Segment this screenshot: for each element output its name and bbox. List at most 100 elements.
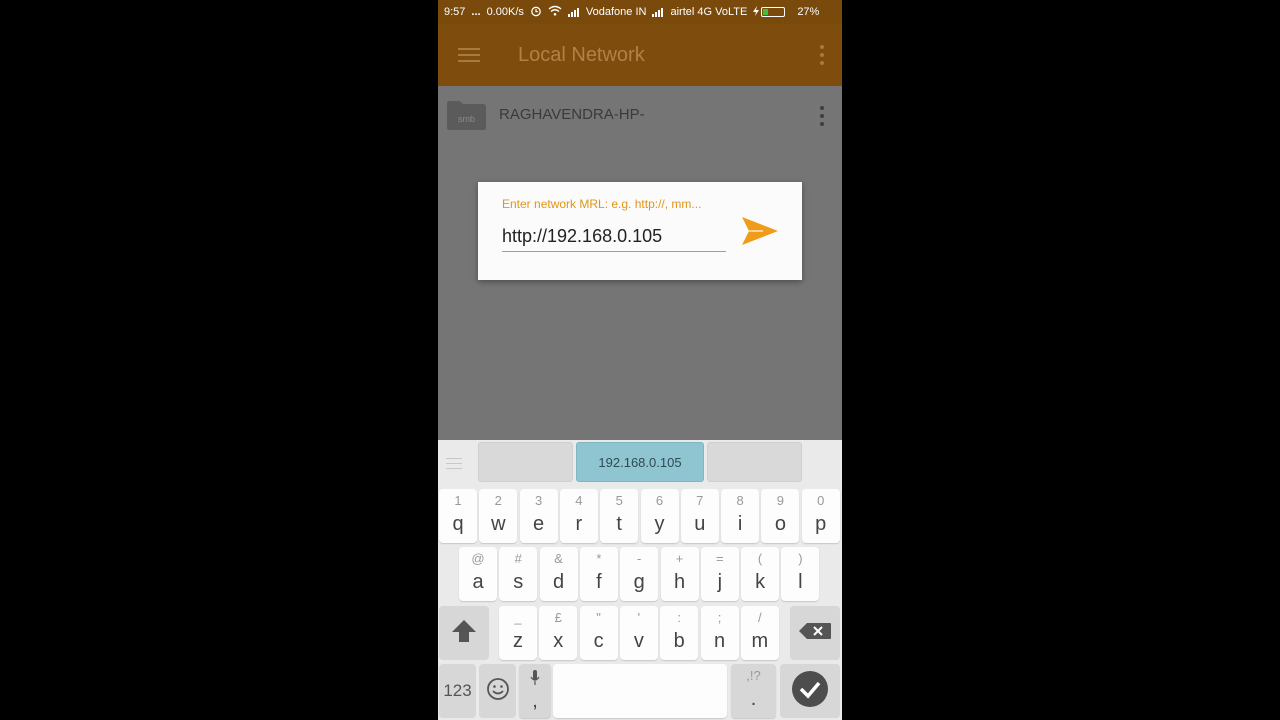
key-alt-label: : — [677, 610, 681, 625]
battery-percent: 27% — [797, 6, 820, 18]
done-key[interactable] — [780, 664, 840, 718]
key-alt-label: 3 — [534, 493, 543, 508]
key-label: f — [596, 571, 602, 593]
key-label: u — [694, 513, 706, 535]
key-s[interactable]: # s — [499, 547, 538, 601]
key-label: p — [815, 513, 827, 535]
key-x[interactable]: £ x — [539, 606, 578, 660]
key-alt-label: 1 — [454, 493, 462, 508]
key-label: z — [513, 630, 523, 652]
suggestion-chip[interactable]: 192.168.0.105 — [576, 442, 704, 482]
emoji-icon — [486, 677, 510, 706]
emoji-key[interactable] — [479, 664, 516, 718]
key-label: m — [751, 630, 769, 652]
key-label: b — [673, 630, 685, 652]
key-alt-label: + — [675, 551, 684, 566]
key-label: i — [737, 513, 743, 535]
key-alt-label: ) — [798, 551, 803, 566]
key-label: k — [755, 571, 766, 593]
mic-icon — [530, 670, 540, 691]
key-j[interactable]: = j — [700, 547, 739, 601]
key-n[interactable]: ; n — [700, 606, 739, 660]
comma-mic-key[interactable]: , — [519, 664, 551, 718]
key-alt-label: 6 — [655, 493, 664, 508]
key-r[interactable]: 4r — [559, 489, 598, 543]
status-bar: 9:57 ... 0.00K/s Vodafone IN airtel 4G V… — [438, 0, 842, 24]
key-b[interactable]: :b — [660, 606, 699, 660]
key-d[interactable]: & d — [539, 547, 578, 601]
key-alt-label: = — [716, 551, 724, 566]
key-g[interactable]: -g — [620, 547, 659, 601]
key-alt-label: 5 — [615, 493, 623, 508]
mrl-hint: Enter network MRL: e.g. http://, mm... — [502, 197, 702, 211]
key-label: l — [798, 571, 803, 593]
network-speed: 0.00K/s — [486, 6, 524, 18]
key-l[interactable]: ) l — [781, 547, 820, 601]
key-y[interactable]: 6y — [640, 489, 679, 543]
alarm-icon — [530, 5, 542, 20]
key-alt-label: _ — [514, 610, 522, 625]
key-h[interactable]: + h — [660, 547, 699, 601]
suggestion-chip[interactable] — [707, 442, 802, 482]
key-q[interactable]: 1q — [439, 489, 477, 543]
key-alt-label: 2 — [494, 493, 502, 508]
key-z[interactable]: _ z — [499, 606, 537, 660]
key-e[interactable]: 3e — [519, 489, 558, 543]
key-k[interactable]: (k — [741, 547, 780, 601]
signal-icon-sim1 — [567, 7, 580, 17]
wifi-icon — [548, 5, 562, 19]
suggestion-menu-icon[interactable] — [446, 454, 462, 473]
backspace-icon — [798, 622, 832, 645]
key-alt-label: 8 — [736, 493, 744, 508]
key-alt-label: 7 — [696, 493, 704, 508]
key-label: r — [575, 513, 583, 535]
key-label: y — [654, 513, 665, 535]
key-label: q — [452, 513, 464, 535]
key-label: w — [491, 513, 506, 535]
key-alt-label: @ — [471, 551, 485, 566]
period-key[interactable]: ,!? . — [731, 664, 776, 718]
key-label: g — [633, 571, 645, 593]
key-alt-label: / — [757, 610, 762, 625]
key-alt-label: * — [596, 551, 602, 566]
check-icon — [791, 670, 829, 713]
key-label: d — [553, 571, 565, 593]
key-alt-label: - — [637, 551, 642, 566]
send-button[interactable] — [740, 216, 780, 250]
key-p[interactable]: 0p — [801, 489, 840, 543]
key-alt-label: 0 — [817, 493, 825, 508]
key-label: c — [593, 630, 604, 652]
battery-icon — [761, 7, 791, 17]
key-alt-label: " — [596, 610, 601, 625]
key-o[interactable]: 9o — [761, 489, 800, 543]
key-alt-label: 4 — [575, 493, 583, 508]
key-u[interactable]: 7u — [680, 489, 719, 543]
key-label: s — [513, 571, 524, 593]
key-v[interactable]: ' v — [619, 606, 658, 660]
network-mrl-dialog: Enter network MRL: e.g. http://, mm... — [478, 182, 802, 280]
key-w[interactable]: 2w — [479, 489, 518, 543]
shift-key[interactable] — [439, 606, 489, 660]
backspace-key[interactable] — [790, 606, 840, 660]
key-f[interactable]: * f — [579, 547, 618, 601]
key-label: j — [717, 571, 723, 593]
key-m[interactable]: / m — [740, 606, 779, 660]
suggestion-chip[interactable] — [478, 442, 573, 482]
key-alt-label: ; — [717, 610, 722, 625]
key-label: h — [673, 571, 686, 593]
key-c[interactable]: " c — [579, 606, 618, 660]
shift-icon — [451, 619, 477, 648]
carrier-2: airtel 4G VoLTE — [670, 6, 748, 18]
numbers-key[interactable]: 123 — [439, 664, 476, 718]
space-key[interactable] — [553, 664, 727, 718]
key-i[interactable]: 8i — [721, 489, 760, 543]
key-label: v — [633, 630, 644, 652]
key-t[interactable]: 5t — [600, 489, 639, 543]
key-alt-label: £ — [554, 610, 562, 625]
key-label: t — [616, 513, 622, 535]
key-a[interactable]: @ a — [459, 547, 497, 601]
key-alt-label: ( — [757, 551, 763, 566]
signal-icon-sim2 — [652, 7, 664, 17]
mrl-input[interactable] — [502, 222, 726, 252]
battery-level — [763, 9, 769, 15]
